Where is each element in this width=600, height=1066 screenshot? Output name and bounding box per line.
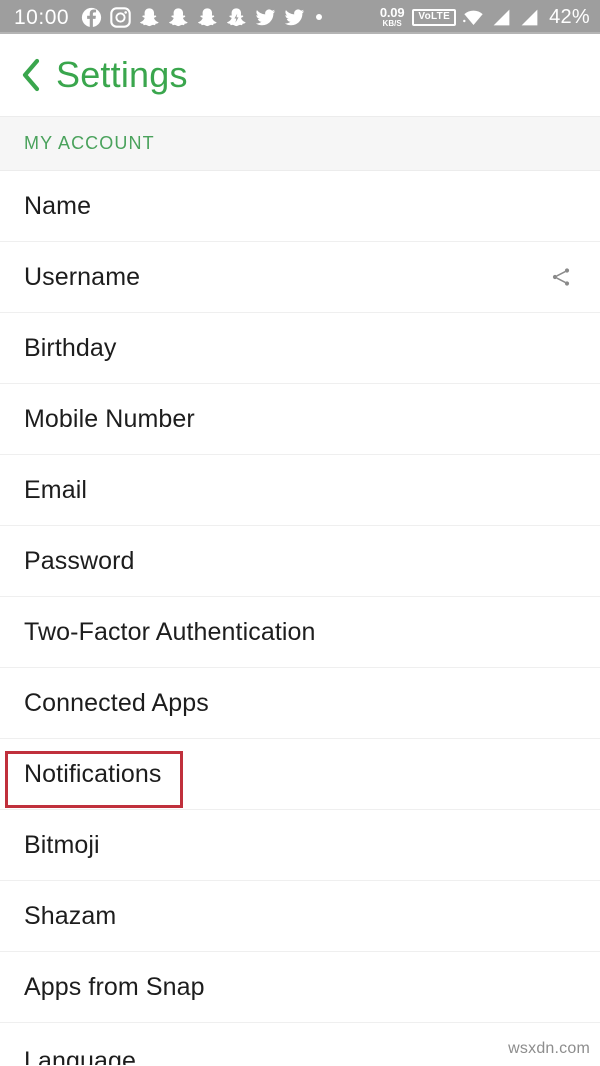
data-speed-value: 0.09 [379, 5, 405, 20]
section-header-my-account: MY ACCOUNT [0, 116, 600, 171]
snapchat-icon [168, 7, 189, 28]
settings-row-shazam[interactable]: Shazam [0, 881, 600, 952]
settings-row-label: Language [24, 1047, 137, 1066]
settings-row-label: Birthday [24, 333, 117, 362]
settings-row-label: Password [24, 546, 135, 575]
instagram-icon [110, 6, 131, 28]
more-notifications-dot-icon [316, 14, 323, 20]
status-bar-system-icons: 0.09 KB/S VoLTE 42% [380, 6, 590, 28]
settings-row-connected-apps[interactable]: Connected Apps [0, 668, 600, 739]
watermark: wsxdn.com [508, 1040, 590, 1057]
page-title: Settings [56, 54, 188, 95]
settings-row-label: Username [24, 262, 141, 291]
section-header-label: MY ACCOUNT [24, 133, 155, 153]
cellular-signal-icon [491, 7, 512, 28]
settings-row-email[interactable]: Email [0, 455, 600, 526]
settings-row-birthday[interactable]: Birthday [0, 313, 600, 384]
volte-badge: VoLTE [412, 8, 457, 26]
settings-row-bitmoji[interactable]: Bitmoji [0, 810, 600, 881]
status-bar-notification-icons [81, 6, 325, 28]
settings-row-mobile-number[interactable]: Mobile Number [0, 384, 600, 455]
settings-row-username[interactable]: Username [0, 242, 600, 313]
settings-row-label: Notifications [24, 759, 162, 788]
data-speed-unit: KB/S [382, 19, 402, 28]
settings-row-password[interactable]: Password [0, 526, 600, 597]
data-speed-indicator: 0.09 KB/S [380, 6, 405, 28]
settings-row-name[interactable]: Name [0, 171, 600, 242]
phone-screen: 10:00 0.09 KB/S VoLTE 42% Settings MY AC… [0, 0, 600, 1066]
status-bar-clock: 10:00 [14, 5, 70, 29]
settings-row-label: Apps from Snap [24, 972, 205, 1001]
app-header: Settings [0, 34, 600, 116]
settings-row-label: Shazam [24, 901, 117, 930]
twitter-icon [284, 7, 305, 28]
settings-row-label: Email [24, 475, 88, 504]
settings-row-label: Connected Apps [24, 688, 209, 717]
status-bar: 10:00 0.09 KB/S VoLTE 42% [0, 0, 600, 34]
settings-row-label: Two-Factor Authentication [24, 617, 316, 646]
settings-row-apps-from-snap[interactable]: Apps from Snap [0, 952, 600, 1023]
settings-row-notifications[interactable]: Notifications [0, 739, 600, 810]
twitter-icon [255, 7, 276, 28]
wifi-icon [463, 7, 484, 28]
snapchat-icon [197, 7, 218, 28]
facebook-icon [81, 7, 102, 28]
settings-row-label: Name [24, 191, 92, 220]
snapchat-icon [139, 7, 160, 28]
share-icon[interactable] [546, 262, 576, 292]
settings-row-two-factor-authentication[interactable]: Two-Factor Authentication [0, 597, 600, 668]
settings-list: Name Username Birthday Mobile Number Ema… [0, 171, 600, 1065]
battery-percentage: 42% [549, 6, 590, 28]
chevron-left-icon[interactable] [16, 56, 46, 94]
cellular-signal-icon [519, 7, 540, 28]
settings-row-label: Mobile Number [24, 404, 195, 433]
snapchat-streak-icon [226, 7, 247, 28]
settings-row-label: Bitmoji [24, 830, 100, 859]
